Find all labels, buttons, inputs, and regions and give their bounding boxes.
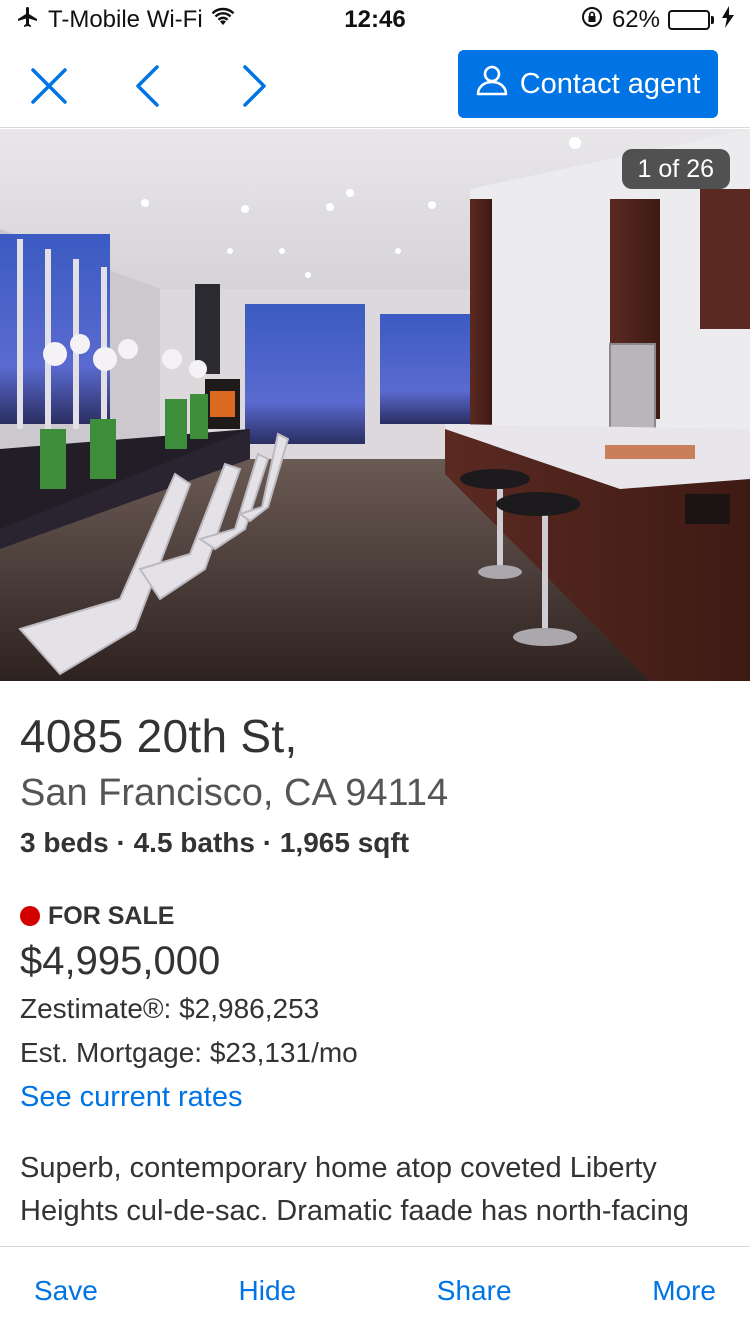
battery-percent: 62%	[611, 6, 660, 33]
airplane-icon	[16, 5, 40, 36]
status-left: T-Mobile Wi-Fi	[16, 5, 235, 36]
listing-photo[interactable]: 1 of 26	[0, 129, 750, 681]
chevron-left-icon[interactable]	[122, 60, 174, 112]
status-dot-icon	[20, 906, 40, 926]
wifi-icon	[211, 6, 235, 34]
listing-price: $4,995,000	[20, 939, 221, 983]
save-button[interactable]: Save	[34, 1275, 98, 1307]
battery-icon	[668, 10, 714, 30]
close-icon[interactable]	[23, 60, 75, 112]
listing-description: Superb, contemporary home atop coveted L…	[20, 1152, 689, 1227]
listing-facts: 3 beds · 4.5 baths · 1,965 sqft	[20, 827, 410, 858]
description-clip	[0, 1232, 750, 1246]
charging-icon	[722, 5, 734, 35]
listing-status: FOR SALE	[20, 901, 730, 931]
status-bar: T-Mobile Wi-Fi 12:46 62%	[0, 0, 750, 40]
listing-photo-image	[0, 129, 750, 681]
contact-agent-label: Contact agent	[519, 67, 701, 100]
photo-counter: 1 of 26	[621, 149, 730, 189]
carrier-label: T-Mobile Wi-Fi	[48, 6, 203, 33]
share-button[interactable]: Share	[437, 1275, 512, 1307]
contact-agent-button[interactable]: Contact agent	[458, 50, 718, 118]
listing-details: 4085 20th St, San Francisco, CA 94114 3 …	[0, 681, 750, 1233]
status-right: 62%	[580, 5, 734, 36]
status-label: FOR SALE	[48, 901, 175, 930]
address-line1: 4085 20th St,	[20, 710, 298, 762]
zestimate: Zestimate®: $2,986,253	[20, 993, 320, 1024]
bottom-toolbar: Save Hide Share More	[0, 1246, 750, 1334]
person-icon	[476, 64, 508, 104]
hide-button[interactable]: Hide	[239, 1275, 297, 1307]
est-mortgage: Est. Mortgage: $23,131/mo	[20, 1037, 358, 1068]
chevron-right-icon[interactable]	[228, 60, 280, 112]
more-button[interactable]: More	[652, 1275, 716, 1307]
see-current-rates-link[interactable]: See current rates	[20, 1075, 730, 1119]
rotation-lock-icon	[580, 5, 604, 36]
address-line2: San Francisco, CA 94114	[20, 772, 449, 814]
nav-bar: Contact agent	[0, 40, 750, 128]
